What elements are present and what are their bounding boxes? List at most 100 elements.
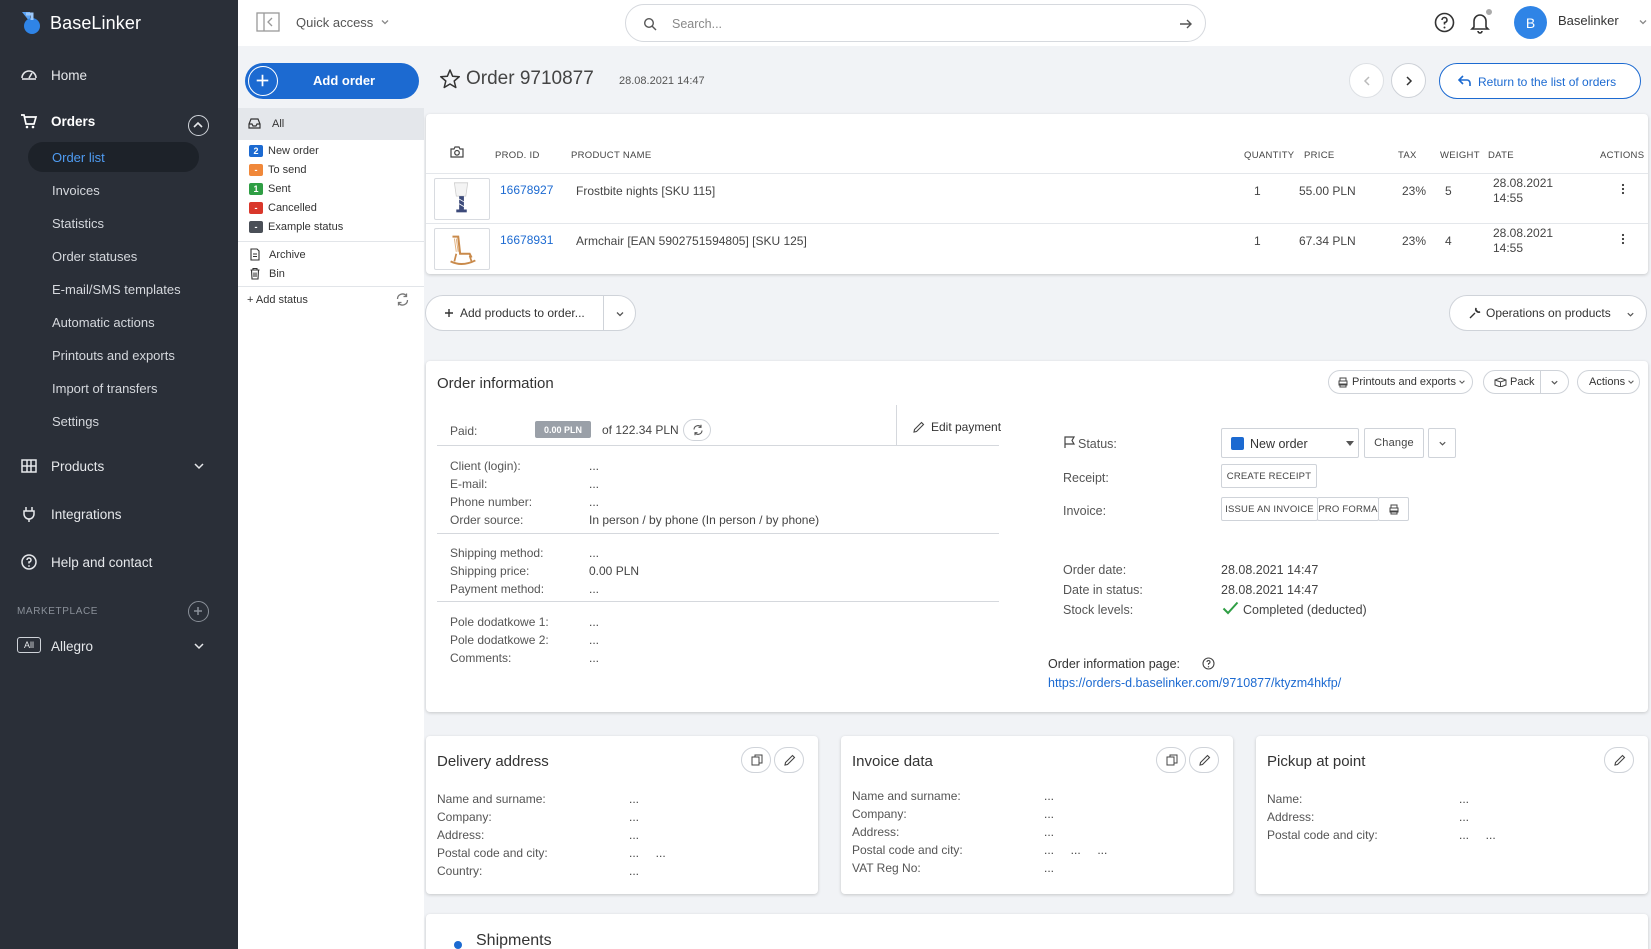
status-select[interactable]: New order xyxy=(1221,428,1359,458)
pro-forma-button[interactable]: PRO FORMA xyxy=(1317,497,1379,521)
chevron-down-icon[interactable] xyxy=(615,309,625,319)
print-invoice-button[interactable] xyxy=(1378,497,1409,521)
add-products-button[interactable]: Add products to order... xyxy=(426,296,603,330)
orders-collapse-button[interactable] xyxy=(188,115,209,136)
arrow-right-icon[interactable] xyxy=(1179,17,1193,31)
package-icon[interactable] xyxy=(1494,377,1507,387)
divider xyxy=(437,601,999,602)
phone-value[interactable]: ... xyxy=(589,495,599,509)
product-name[interactable]: Armchair [EAN 5902751594805] [SKU 125] xyxy=(576,234,807,248)
more-vertical-icon[interactable] xyxy=(1621,183,1625,195)
chevron-down-icon[interactable] xyxy=(1638,17,1648,27)
edit-button[interactable] xyxy=(774,747,804,773)
next-order-button[interactable] xyxy=(1391,63,1426,98)
change-status-button[interactable]: Change xyxy=(1364,428,1424,458)
baselinker-logo[interactable]: BaseLinker xyxy=(18,8,141,38)
status-all-label: All xyxy=(272,118,285,130)
sidebar-item-settings[interactable]: Settings xyxy=(52,414,99,429)
status-bin[interactable]: Bin xyxy=(249,267,285,280)
nav-home[interactable]: Home xyxy=(0,65,238,85)
comments-value[interactable]: ... xyxy=(589,651,599,665)
user-name[interactable]: Baselinker xyxy=(1558,13,1619,28)
chevron-down-icon[interactable] xyxy=(380,17,390,27)
product-tax[interactable]: 23% xyxy=(1402,184,1426,198)
email-value[interactable]: ... xyxy=(589,477,599,491)
product-thumbnail[interactable] xyxy=(434,178,490,220)
recalculate-payment-button[interactable] xyxy=(683,419,711,441)
edit-button[interactable] xyxy=(1189,747,1219,773)
add-order-button[interactable]: Add order xyxy=(245,63,419,99)
extra-field-2-label: Pole dodatkowe 2: xyxy=(450,633,549,647)
sidebar-item-import-transfers[interactable]: Import of transfers xyxy=(52,381,157,396)
section-title: Delivery address xyxy=(437,753,549,770)
nav-allegro[interactable]: Allegro xyxy=(0,636,238,656)
product-name[interactable]: Frostbite nights [SKU 115] xyxy=(576,184,715,198)
sidebar-item-automatic-actions[interactable]: Automatic actions xyxy=(52,315,155,330)
add-status-link[interactable]: + Add status xyxy=(247,294,308,306)
sidebar-item-email-sms-templates[interactable]: E-mail/SMS templates xyxy=(52,282,181,297)
status-archive[interactable]: Archive xyxy=(249,248,306,261)
sidebar-item-statistics[interactable]: Statistics xyxy=(52,216,104,231)
order-info-page-label: Order information page: xyxy=(1048,657,1181,671)
status-example[interactable]: - Example status xyxy=(249,221,343,233)
issue-invoice-button[interactable]: ISSUE AN INVOICE xyxy=(1221,497,1318,521)
sidebar-item-printouts-exports[interactable]: Printouts and exports xyxy=(52,348,175,363)
sidebar-item-order-statuses[interactable]: Order statuses xyxy=(52,249,137,264)
copy-button[interactable] xyxy=(1156,747,1186,773)
star-icon[interactable] xyxy=(439,68,461,90)
chevron-down-icon xyxy=(194,643,204,650)
shipping-method-value[interactable]: ... xyxy=(589,546,599,560)
status-cancelled[interactable]: - Cancelled xyxy=(249,202,317,214)
product-price[interactable]: 67.34 PLN xyxy=(1299,234,1356,248)
edit-button[interactable] xyxy=(1604,747,1634,773)
nav-products[interactable]: Products xyxy=(0,456,238,476)
more-vertical-icon[interactable] xyxy=(1621,233,1625,245)
product-quantity[interactable]: 1 xyxy=(1254,234,1261,248)
refresh-icon[interactable] xyxy=(395,292,410,307)
marketplace-add-button[interactable] xyxy=(188,601,209,622)
product-quantity[interactable]: 1 xyxy=(1254,184,1261,198)
chevron-down-icon xyxy=(194,463,204,470)
actions-button[interactable]: Actions xyxy=(1577,370,1640,394)
extra-field-2-value[interactable]: ... xyxy=(589,633,599,647)
order-source-value[interactable]: In person / by phone (In person / by pho… xyxy=(589,513,819,527)
product-tax[interactable]: 23% xyxy=(1402,234,1426,248)
operations-on-products-button[interactable]: Operations on products xyxy=(1449,295,1647,331)
shipping-price-value[interactable]: 0.00 PLN xyxy=(589,564,639,578)
status-new-order[interactable]: 2 New order xyxy=(249,145,319,157)
search-input[interactable] xyxy=(672,14,1132,34)
phone-label: Phone number: xyxy=(450,495,533,509)
change-status-dropdown[interactable] xyxy=(1428,428,1456,458)
nav-help[interactable]: Help and contact xyxy=(0,552,238,572)
sidebar-item-order-list[interactable]: Order list xyxy=(52,150,105,165)
printouts-exports-button[interactable]: Printouts and exports xyxy=(1328,370,1473,394)
product-weight[interactable]: 4 xyxy=(1445,234,1452,248)
client-login-value[interactable]: ... xyxy=(589,459,599,473)
sidebar-toggle-icon[interactable] xyxy=(256,12,280,32)
extra-field-1-value[interactable]: ... xyxy=(589,615,599,629)
quick-access-dropdown[interactable]: Quick access xyxy=(296,15,373,30)
product-price[interactable]: 55.00 PLN xyxy=(1299,184,1356,198)
payment-method-value[interactable]: ... xyxy=(589,582,599,596)
help-icon[interactable] xyxy=(1202,657,1215,670)
previous-order-button[interactable] xyxy=(1349,63,1384,98)
chevron-down-icon[interactable] xyxy=(1550,378,1559,387)
status-to-send[interactable]: - To send xyxy=(249,164,307,176)
return-to-list-button[interactable]: Return to the list of orders xyxy=(1439,63,1641,99)
nav-integrations[interactable]: Integrations xyxy=(0,504,238,524)
pack-label[interactable]: Pack xyxy=(1510,376,1534,388)
sidebar-item-invoices[interactable]: Invoices xyxy=(52,183,100,198)
create-receipt-button[interactable]: CREATE RECEIPT xyxy=(1221,464,1317,488)
product-id-link[interactable]: 16678931 xyxy=(500,233,553,247)
help-icon[interactable] xyxy=(1434,12,1455,33)
invoice-address-value: ... xyxy=(1044,825,1055,839)
status-all[interactable]: All xyxy=(238,108,424,140)
copy-button[interactable] xyxy=(741,747,771,773)
product-thumbnail[interactable] xyxy=(434,228,490,270)
product-weight[interactable]: 5 xyxy=(1445,184,1452,198)
edit-payment-button[interactable]: Edit payment xyxy=(913,415,1013,439)
status-sent[interactable]: 1 Sent xyxy=(249,183,291,195)
product-id-link[interactable]: 16678927 xyxy=(500,183,553,197)
order-info-page-link[interactable]: https://orders-d.baselinker.com/9710877/… xyxy=(1048,676,1341,690)
avatar[interactable]: B xyxy=(1514,6,1547,39)
